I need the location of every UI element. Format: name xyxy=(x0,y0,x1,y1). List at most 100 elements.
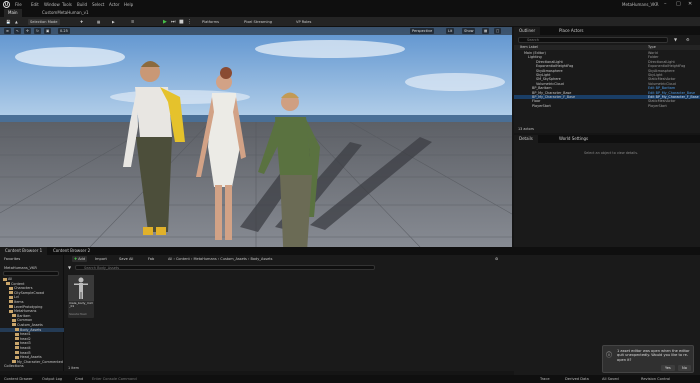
import-button[interactable]: Import xyxy=(93,256,109,262)
add-button[interactable]: ✚ Add xyxy=(72,256,88,262)
platforms-button[interactable]: Platforms xyxy=(200,19,221,25)
breadcrumb-metahumans[interactable]: MetaHumans xyxy=(194,257,217,261)
stop-icon[interactable]: ■ xyxy=(179,19,184,25)
tab-content-browser-1[interactable]: Content Browser 1 xyxy=(0,247,48,255)
folder-icon xyxy=(9,305,13,309)
vp-roles-button[interactable]: VP Roles xyxy=(294,19,313,25)
folder-icon xyxy=(9,300,13,304)
no-button[interactable]: No xyxy=(678,365,691,371)
level-viewport[interactable] xyxy=(0,27,512,247)
grid-icon[interactable]: ▦ xyxy=(482,28,490,34)
rotate-tool-icon[interactable]: ↻ xyxy=(34,28,41,34)
perspective-button[interactable]: Perspective xyxy=(410,28,435,34)
tab-main[interactable]: Main xyxy=(4,9,22,17)
document-tabs: Main CustomMetaHuman_v1 xyxy=(0,9,700,17)
breadcrumb-custom-assets[interactable]: Custom_Assets xyxy=(220,257,247,261)
filter-icon[interactable]: ▼ xyxy=(674,37,677,42)
folder-search-input[interactable] xyxy=(3,271,59,276)
column-type[interactable]: Type xyxy=(648,45,656,50)
content-browser-tabs: Content Browser 1 Content Browser 2 xyxy=(0,247,700,255)
save-all-button[interactable]: Save All xyxy=(117,256,135,262)
content-drawer-button[interactable]: Content Drawer xyxy=(4,376,33,382)
fov-value[interactable]: 0.25 xyxy=(58,28,70,34)
folder-icon xyxy=(12,314,16,318)
menu-select[interactable]: Select xyxy=(92,2,104,7)
asset-tile[interactable]: male_body_mid_01 Skeletal Mesh xyxy=(68,275,94,318)
menu-actor[interactable]: Actor xyxy=(109,2,120,7)
main-toolbar: 💾 ▲ Selection Mode ✚ ▦ ▶ ☰ ▶ ⏭ ■ ⋮ Platf… xyxy=(0,17,700,27)
add-actor-icon[interactable]: ✚ xyxy=(78,19,85,25)
project-header[interactable]: MetaHumans_VKR xyxy=(4,266,37,270)
pixel-streaming-button[interactable]: Pixel Streaming xyxy=(242,19,274,25)
outliner-tree: Main (Editor) World Lighting Folder Direct… xyxy=(514,51,700,125)
close-icon[interactable]: ✕ xyxy=(688,1,692,7)
blueprint-icon[interactable]: ▦ xyxy=(95,19,102,25)
viewport-toolbar: ≡ ↖ ✢ ↻ ▣ 0.25 Perspective Lit Show ▦ □ xyxy=(0,27,512,35)
derived-data-button[interactable]: Derived Data xyxy=(565,376,589,382)
maximize-icon[interactable]: □ xyxy=(676,1,681,7)
folder-icon xyxy=(15,355,19,359)
gear-icon[interactable]: ⚙ xyxy=(686,37,690,42)
tab-place-actors[interactable]: Place Actors xyxy=(554,27,589,35)
tab-outliner[interactable]: Outliner xyxy=(514,27,541,35)
show-button[interactable]: Show xyxy=(462,28,476,34)
restore-assets-notification: ⓘ 1 asset editor was open when the edito… xyxy=(602,345,694,373)
menu-tools[interactable]: Tools xyxy=(62,2,72,7)
save-status[interactable]: All Saved xyxy=(602,376,619,382)
menu-file[interactable]: File xyxy=(15,2,22,7)
filter-icon[interactable]: ▼ xyxy=(68,265,71,270)
breadcrumb-all[interactable]: All xyxy=(168,257,172,261)
console-input[interactable]: Enter Console Command xyxy=(92,376,137,382)
collections-header[interactable]: Collections xyxy=(4,364,24,368)
breadcrumb: All › Content › MetaHumans › Custom_Asse… xyxy=(168,257,273,261)
revision-control-button[interactable]: Revision Control xyxy=(641,376,670,382)
project-name: MetaHumans_VKR xyxy=(622,2,659,7)
step-icon[interactable]: ⏭ xyxy=(171,19,176,25)
output-log-button[interactable]: Output Log xyxy=(42,376,62,382)
tab-details[interactable]: Details xyxy=(514,135,538,143)
folder-icon xyxy=(9,291,13,295)
status-bar: Content Drawer Output Log Cmd Enter Cons… xyxy=(0,375,700,383)
folder-icon xyxy=(15,351,19,354)
trace-button[interactable]: Trace xyxy=(540,376,550,382)
menu-build[interactable]: Build xyxy=(77,2,87,7)
menu-help[interactable]: Help xyxy=(124,2,133,7)
play-options-icon[interactable]: ⋮ xyxy=(187,19,192,25)
viewport-menu-icon[interactable]: ≡ xyxy=(4,28,11,34)
unreal-logo-icon: U xyxy=(3,1,10,8)
tab-world-settings[interactable]: World Settings xyxy=(554,135,593,143)
asset-search-input[interactable]: Search Body_Assets xyxy=(75,265,375,270)
hierarchy-icon[interactable]: ☰ xyxy=(129,19,136,25)
outliner-search-input[interactable]: Search xyxy=(518,37,668,43)
play-icon[interactable]: ▶ xyxy=(163,19,168,25)
cmd-dropdown[interactable]: Cmd xyxy=(75,376,83,382)
save-icon[interactable]: 💾 xyxy=(4,19,12,25)
scale-tool-icon[interactable]: ▣ xyxy=(44,28,52,34)
folder-icon xyxy=(12,323,16,327)
lit-button[interactable]: Lit xyxy=(446,28,455,34)
breadcrumb-content[interactable]: Content xyxy=(176,257,190,261)
select-tool-icon[interactable]: ↖ xyxy=(14,28,21,34)
tab-content-browser-2[interactable]: Content Browser 2 xyxy=(48,247,95,255)
yes-button[interactable]: Yes xyxy=(661,365,675,371)
breadcrumb-body-assets[interactable]: Body_Assets xyxy=(250,257,272,261)
maximize-viewport-icon[interactable]: □ xyxy=(494,28,502,34)
column-item-label[interactable]: Item Label xyxy=(520,45,538,50)
minimize-icon[interactable]: – xyxy=(664,1,667,7)
cinematics-icon[interactable]: ▶ xyxy=(110,19,117,25)
menu-window[interactable]: Window xyxy=(44,2,60,7)
tab-custom-metahuman[interactable]: CustomMetaHuman_v1 xyxy=(38,9,93,17)
mode-icon[interactable]: ▲ xyxy=(13,19,20,25)
selection-mode-dropdown[interactable]: Selection Mode xyxy=(28,19,60,25)
settings-button[interactable]: ⚙ xyxy=(493,256,500,262)
asset-name: male_body_mid_01 xyxy=(69,301,93,309)
folder-icon xyxy=(12,360,16,364)
fab-button[interactable]: Fab xyxy=(146,256,156,262)
actor-count: 13 actors xyxy=(518,127,534,131)
outliner-row[interactable]: PlayerStart PlayerStart xyxy=(514,104,700,108)
favorites-header[interactable]: Favorites xyxy=(4,257,20,261)
details-empty-message: Select an object to view details. xyxy=(584,151,639,155)
folder-icon xyxy=(9,309,13,313)
menu-edit[interactable]: Edit xyxy=(31,2,39,7)
move-tool-icon[interactable]: ✢ xyxy=(24,28,31,34)
